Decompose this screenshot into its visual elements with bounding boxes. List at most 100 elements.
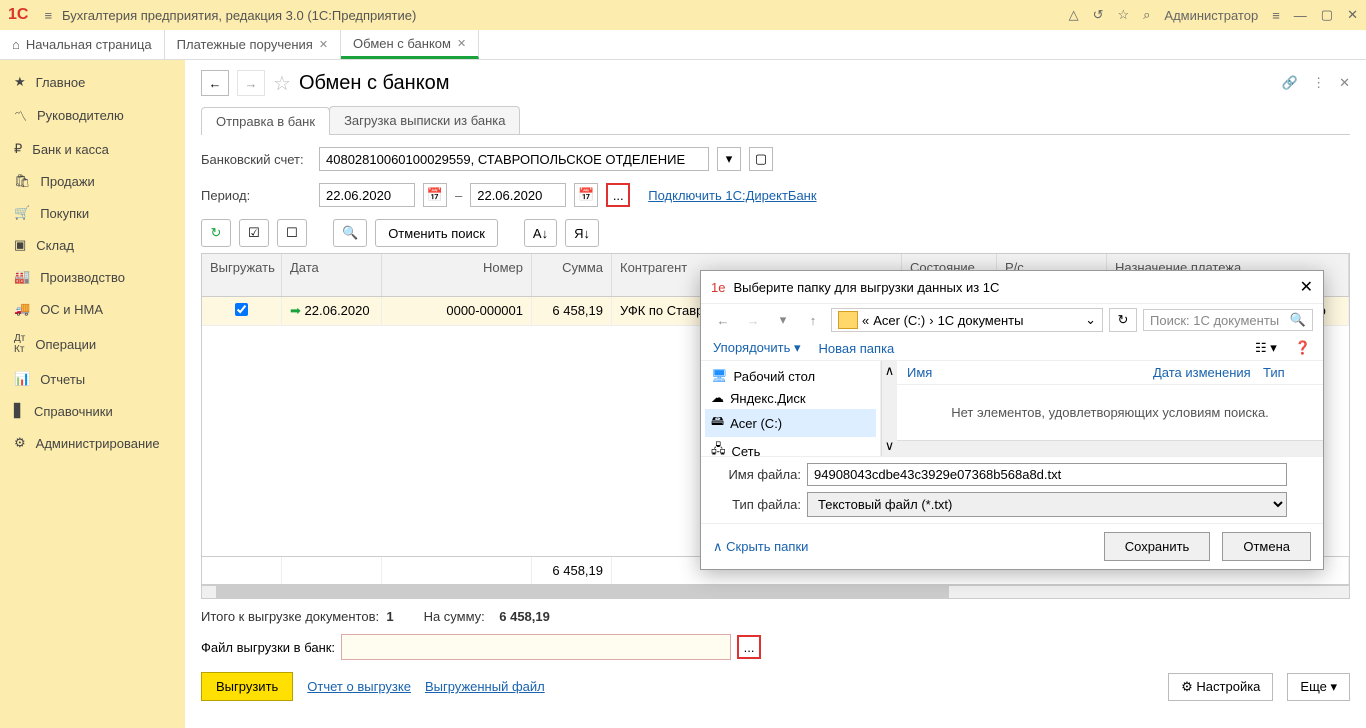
close-page-button[interactable]: ✕ xyxy=(1339,75,1350,91)
gear-icon: ⚙ xyxy=(14,435,26,451)
exported-file-link[interactable]: Выгруженный файл xyxy=(425,679,545,694)
sidebar-item-manager[interactable]: 〽Руководителю xyxy=(0,98,185,133)
col-type[interactable]: Тип xyxy=(1263,365,1313,380)
favorite-button[interactable]: ☆ xyxy=(273,71,291,96)
account-open-button[interactable]: ▢ xyxy=(749,147,773,171)
nav-back-button[interactable]: ← xyxy=(711,308,735,332)
tab-home[interactable]: ⌂ Начальная страница xyxy=(0,30,165,59)
help-icon[interactable]: ❓ xyxy=(1295,340,1311,356)
report-link[interactable]: Отчет о выгрузке xyxy=(307,679,411,694)
sidebar-item-purchases[interactable]: 🛒Покупки xyxy=(0,197,185,229)
dialog-search-input[interactable]: Поиск: 1С документы 🔍 xyxy=(1143,309,1313,331)
forward-button[interactable]: → xyxy=(237,70,265,96)
uncheck-all-button[interactable]: ☐ xyxy=(277,219,307,247)
empty-message: Нет элементов, удовлетворяющих условиям … xyxy=(897,385,1323,440)
breadcrumb[interactable]: « Acer (C:)› 1С документы ⌄ xyxy=(831,308,1103,332)
find-button[interactable]: 🔍 xyxy=(333,219,367,247)
refresh-button[interactable]: ↻ xyxy=(201,219,231,247)
period-from-input[interactable] xyxy=(319,183,415,207)
subtab-load[interactable]: Загрузка выписки из банка xyxy=(329,106,520,134)
nav-recent-button[interactable]: ▾ xyxy=(771,308,795,332)
sidebar-item-reports[interactable]: 📊Отчеты xyxy=(0,363,185,395)
sidebar-item-assets[interactable]: 🚚ОС и НМА xyxy=(0,293,185,325)
sidebar-item-ref[interactable]: ▋Справочники xyxy=(0,395,185,427)
col-date[interactable]: Дата изменения xyxy=(1153,365,1263,380)
cancel-button[interactable]: Отмена xyxy=(1222,532,1311,561)
col-name[interactable]: Имя xyxy=(907,365,1153,380)
hamburger-icon[interactable]: ≡ xyxy=(44,8,52,23)
dialog-close-button[interactable]: ✕ xyxy=(1300,277,1313,297)
sidebar-item-ops[interactable]: ДтКтОперации xyxy=(0,325,185,363)
close-icon[interactable]: ✕ xyxy=(319,38,328,51)
save-button[interactable]: Сохранить xyxy=(1104,532,1211,561)
period-picker-button[interactable]: ... xyxy=(606,183,630,207)
sort-asc-button[interactable]: А↓ xyxy=(524,219,557,247)
export-button[interactable]: Выгрузить xyxy=(201,672,293,701)
sort-desc-button[interactable]: Я↓ xyxy=(565,219,599,247)
sidebar: ★Главное 〽Руководителю ₽Банк и касса 🛍Пр… xyxy=(0,60,185,728)
sidebar-item-sales[interactable]: 🛍Продажи xyxy=(0,165,185,197)
account-dropdown-button[interactable]: ▾ xyxy=(717,147,741,171)
close-icon[interactable]: ✕ xyxy=(457,37,466,50)
settings-button[interactable]: ⚙ Настройка xyxy=(1168,673,1273,701)
star-icon: ★ xyxy=(14,74,26,90)
tree-item[interactable]: ☁Яндекс.Диск xyxy=(705,387,876,409)
search-icon[interactable]: ⌕ xyxy=(1143,7,1150,23)
nav-refresh-button[interactable]: ↻ xyxy=(1109,308,1137,332)
tab-payments[interactable]: Платежные поручения ✕ xyxy=(165,30,341,59)
col-number[interactable]: Номер xyxy=(382,254,532,296)
dialog-title: Выберите папку для выгрузки данных из 1С xyxy=(733,280,999,295)
sidebar-item-bank[interactable]: ₽Банк и касса xyxy=(0,133,185,165)
view-icon[interactable]: ☷ ▾ xyxy=(1255,340,1277,356)
nav-up-button[interactable]: ↑ xyxy=(801,308,825,332)
search-icon: 🔍 xyxy=(1290,312,1306,328)
file-path-input[interactable] xyxy=(341,634,731,660)
calendar-icon[interactable]: 📅 xyxy=(574,183,598,207)
direct-bank-link[interactable]: Подключить 1С:ДиректБанк xyxy=(648,188,816,203)
star-icon[interactable]: ☆ xyxy=(1117,7,1129,23)
filetype-select[interactable]: Текстовый файл (*.txt) xyxy=(807,492,1287,517)
sidebar-item-production[interactable]: 🏭Производство xyxy=(0,261,185,293)
account-input[interactable] xyxy=(319,147,709,171)
bell-icon[interactable]: △ xyxy=(1069,7,1079,23)
filename-input[interactable] xyxy=(807,463,1287,486)
file-browse-button[interactable]: ... xyxy=(737,635,761,659)
tab-bank-exchange[interactable]: Обмен с банком ✕ xyxy=(341,30,479,59)
filter-icon[interactable]: ≡ xyxy=(1272,8,1280,23)
period-to-input[interactable] xyxy=(470,183,566,207)
horizontal-scrollbar[interactable] xyxy=(201,585,1350,599)
calendar-icon[interactable]: 📅 xyxy=(423,183,447,207)
tabs-bar: ⌂ Начальная страница Платежные поручения… xyxy=(0,30,1366,60)
sidebar-item-stock[interactable]: ▣Склад xyxy=(0,229,185,261)
nav-forward-button[interactable]: → xyxy=(741,308,765,332)
history-icon[interactable]: ↺ xyxy=(1093,7,1104,23)
tree-item[interactable]: 🖥Рабочий стол xyxy=(705,365,876,387)
hide-folders-button[interactable]: ∧ Скрыть папки xyxy=(713,539,808,555)
check-all-button[interactable]: ☑ xyxy=(239,219,269,247)
new-folder-button[interactable]: Новая папка xyxy=(819,341,895,356)
cancel-search-button[interactable]: Отменить поиск xyxy=(375,219,498,247)
tree-item[interactable]: 🖧Сеть xyxy=(705,437,876,456)
subtab-send[interactable]: Отправка в банк xyxy=(201,107,330,135)
back-button[interactable]: ← xyxy=(201,70,229,96)
more-button[interactable]: Еще ▾ xyxy=(1287,673,1350,701)
link-icon[interactable]: 🔗 xyxy=(1282,75,1298,91)
col-date[interactable]: Дата xyxy=(282,254,382,296)
user-label[interactable]: Администратор xyxy=(1164,8,1258,23)
network-icon: 🖧 xyxy=(711,440,726,456)
tree-item[interactable]: 🖴Acer (C:) xyxy=(705,409,876,437)
close-button[interactable]: ✕ xyxy=(1347,7,1358,23)
maximize-button[interactable]: ▢ xyxy=(1321,7,1333,23)
sidebar-item-main[interactable]: ★Главное xyxy=(0,66,185,98)
list-scrollbar[interactable] xyxy=(897,440,1323,456)
more-icon[interactable]: ⋮ xyxy=(1312,75,1325,91)
organize-button[interactable]: Упорядочить ▾ xyxy=(713,340,801,356)
col-export[interactable]: Выгружать xyxy=(202,254,282,296)
tree-scrollbar[interactable]: ∧∨ xyxy=(881,361,897,456)
home-icon: ⌂ xyxy=(12,37,20,52)
col-sum[interactable]: Сумма xyxy=(532,254,612,296)
row-checkbox[interactable] xyxy=(235,303,248,316)
minimize-button[interactable]: — xyxy=(1294,8,1307,23)
titlebar: 1С ≡ Бухгалтерия предприятия, редакция 3… xyxy=(0,0,1366,30)
sidebar-item-admin[interactable]: ⚙Администрирование xyxy=(0,427,185,459)
